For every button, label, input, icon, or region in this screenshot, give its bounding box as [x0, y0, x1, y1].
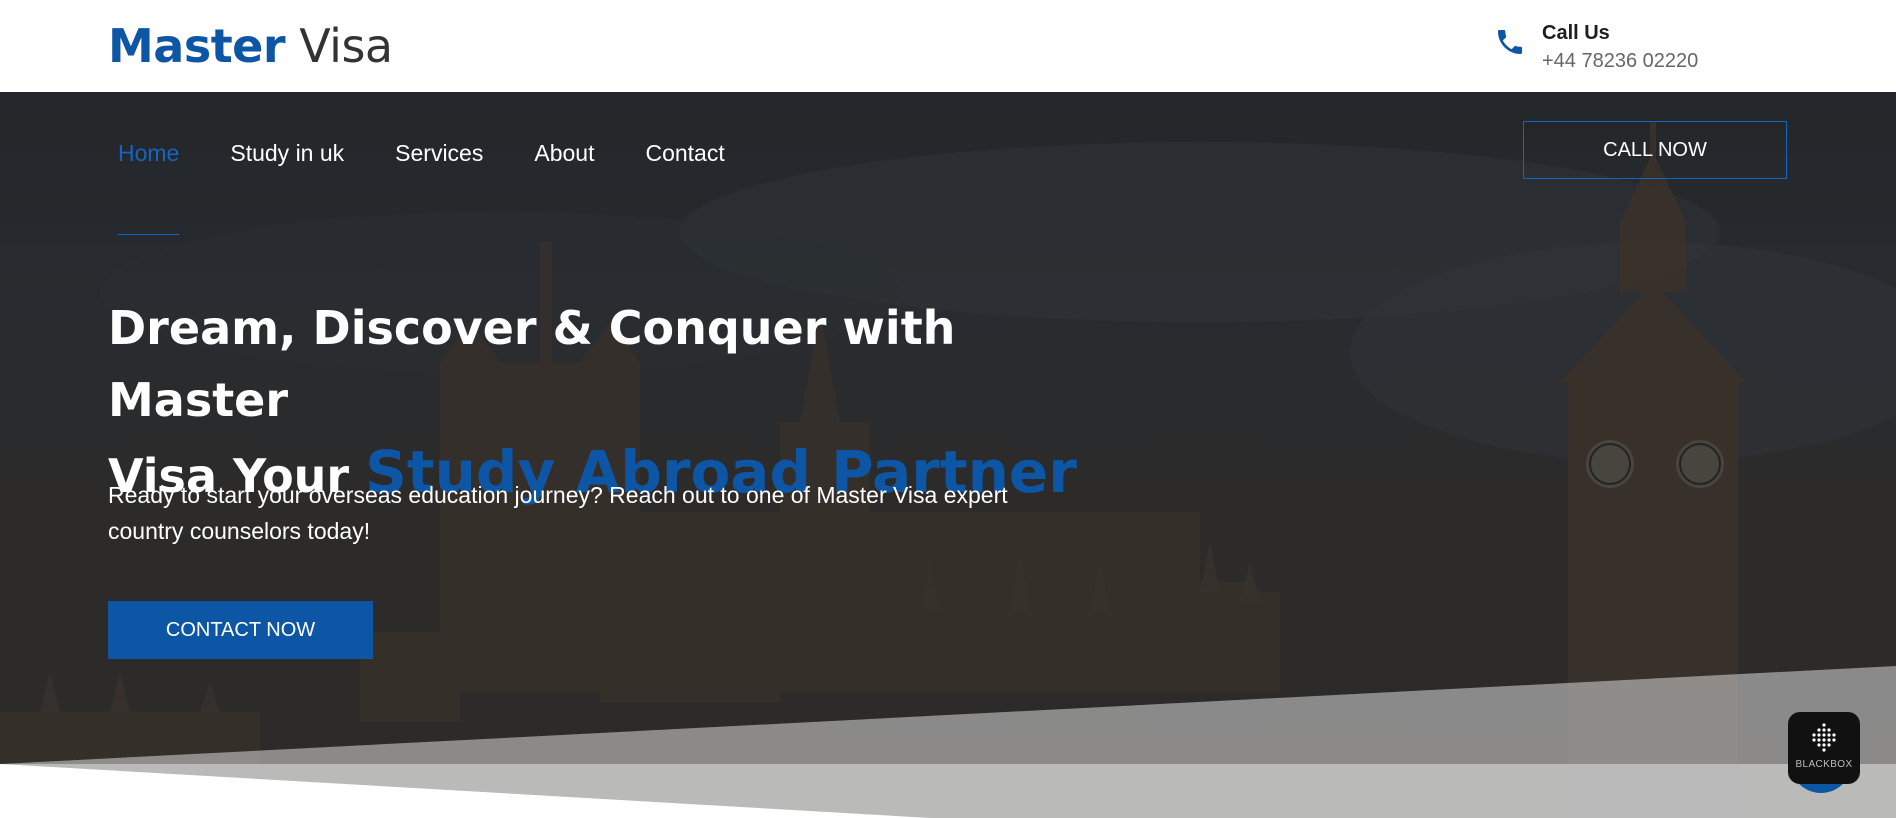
nav-item-study-in-uk[interactable]: Study in uk: [230, 138, 344, 178]
main-nav: Home Study in uk Services About Contact: [118, 138, 725, 235]
logo-visa: Visa: [299, 19, 393, 73]
top-header: Master Visa Call Us +44 78236 02220: [0, 0, 1896, 92]
nav-item-home[interactable]: Home: [118, 138, 180, 235]
contact-now-button[interactable]: CONTACT NOW: [108, 601, 373, 659]
nav-item-services[interactable]: Services: [395, 138, 483, 178]
headline-line1: Dream, Discover & Conquer with Master: [108, 301, 956, 427]
blackbox-widget[interactable]: BLACKBOX: [1788, 712, 1860, 784]
logo-master: Master: [108, 19, 286, 73]
nav-item-about[interactable]: About: [534, 138, 594, 178]
call-us-label: Call Us: [1542, 22, 1610, 44]
site-logo[interactable]: Master Visa: [108, 18, 393, 74]
phone-icon: [1498, 30, 1522, 54]
header-call-us[interactable]: Call Us +44 78236 02220: [1494, 20, 1734, 76]
hero-section: Home Study in uk Services About Contact …: [0, 92, 1896, 818]
hero-subtext: Ready to start your overseas education j…: [108, 482, 1008, 544]
nav-item-contact[interactable]: Contact: [645, 138, 724, 178]
call-now-button[interactable]: CALL NOW: [1523, 121, 1787, 179]
call-us-number[interactable]: +44 78236 02220: [1542, 50, 1698, 73]
blackbox-logo-icon: [1812, 723, 1836, 752]
blackbox-label: BLACKBOX: [1795, 759, 1853, 770]
